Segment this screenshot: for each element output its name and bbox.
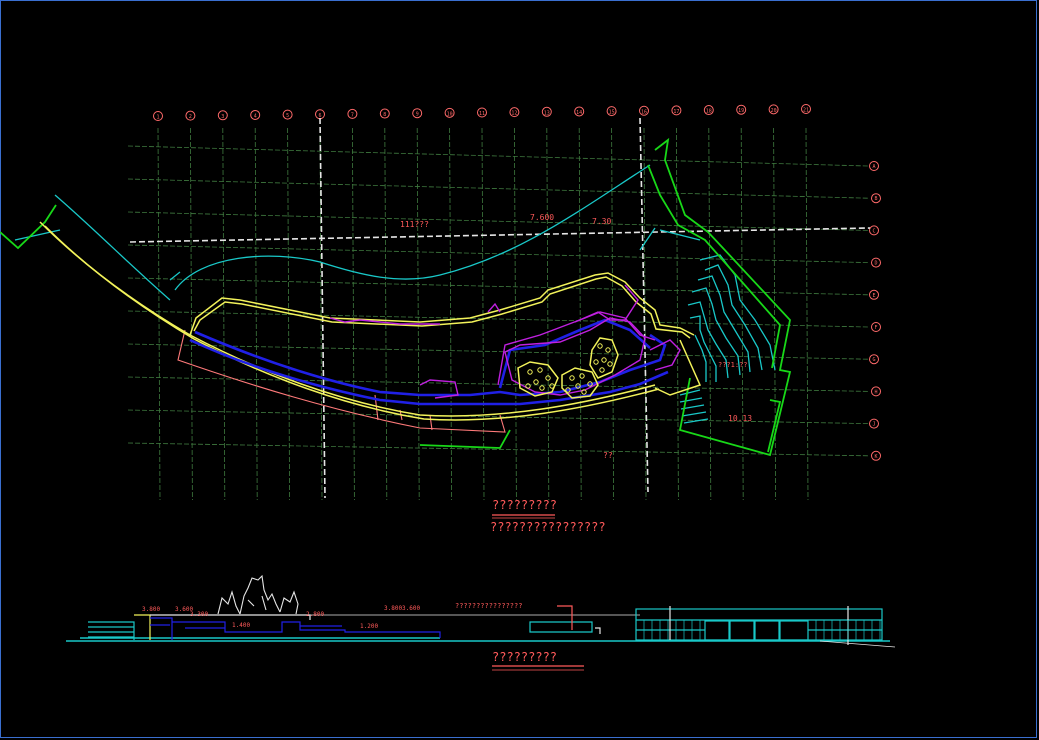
plan-elevation-2: 7.30	[592, 217, 611, 226]
grid-row-line	[127, 277, 869, 296]
level-label: 2.800	[306, 611, 324, 618]
grid-column-line	[708, 127, 712, 501]
grid-column-label: 6	[318, 113, 321, 119]
grid-row-label: D	[874, 261, 877, 267]
grid-column-line	[740, 127, 744, 501]
grid-column-line	[514, 127, 517, 501]
grid-row-label: K	[874, 454, 877, 460]
grid-column-label: 4	[254, 113, 257, 119]
grid-row-line	[127, 178, 869, 199]
section-long-note: ????????????????	[455, 602, 522, 610]
site-boundary	[0, 137, 792, 457]
grid-column-label: 8	[383, 112, 386, 118]
level-label: 3.800	[384, 605, 402, 612]
grid-column-line	[546, 127, 550, 501]
grid-row-line	[127, 310, 869, 328]
tree-dot	[593, 359, 599, 365]
grid-column-label: 11	[479, 111, 485, 117]
grid-column-label: 12	[511, 111, 517, 117]
level-label: 3.800	[142, 606, 160, 613]
grid-row-label: E	[872, 293, 875, 299]
tree-dots	[525, 343, 613, 395]
grid-column-label: 19	[738, 108, 744, 114]
plan-stair-note: ???1:??	[718, 361, 748, 369]
grid-column-label: 2	[189, 114, 192, 120]
grid-row-line	[127, 244, 869, 263]
axis-lines	[129, 117, 871, 499]
grid-column-line	[773, 127, 776, 501]
tree-dot	[533, 379, 539, 385]
section-title: ?????????	[492, 650, 557, 664]
grid-column-label: 20	[771, 108, 777, 114]
cad-drawing-canvas: 1 2 3 4 5 6 7 8 9 10 11 12 13 14 15 16 17 18 19 20 21ABCDEFG…	[0, 104, 896, 671]
grid-row-label: F	[874, 325, 877, 331]
grid-column-label: 10	[447, 111, 453, 117]
grid-column-line	[449, 127, 453, 501]
plan-subtitle: ????????????????	[490, 520, 606, 534]
grid-column-line	[157, 127, 161, 501]
grid-column-label: 9	[416, 112, 419, 118]
grid-column-line	[611, 127, 614, 501]
grid-column-label: 1	[156, 115, 159, 121]
grid-column-line	[222, 127, 226, 501]
grid-row-line	[127, 211, 869, 231]
grid-column-line	[578, 127, 582, 501]
grid-column-line	[416, 127, 420, 501]
tree-dot	[601, 357, 607, 363]
grid-row-label: B	[874, 196, 877, 202]
level-label: 1.200	[360, 623, 378, 630]
level-label: 1.400	[232, 622, 250, 629]
tree-dot	[597, 343, 603, 349]
grid-column-line	[351, 127, 355, 501]
grid-bubbles: 1 2 3 4 5 6 7 8 9 10 11 12 13 14 15 16 17 18 19 20 21ABCDEFG…	[153, 104, 881, 461]
grid-column-line	[676, 127, 679, 501]
tree-dot	[605, 347, 611, 353]
plan-elevation-3: 10.13	[728, 414, 752, 423]
grid-column-line	[643, 127, 647, 501]
grid-column-label: 13	[544, 110, 550, 116]
grid-column-label: 18	[706, 109, 712, 115]
plan-small-note: ??	[603, 451, 613, 460]
grid-lines	[127, 127, 869, 501]
grid-row-label: G	[872, 357, 875, 363]
tree-dot	[599, 367, 605, 373]
grid-row-label: H	[874, 389, 877, 395]
level-label: 3.600	[402, 605, 420, 612]
grid-column-line	[805, 127, 809, 501]
grid-column-label: 17	[673, 109, 679, 115]
grid-row-label: A	[872, 164, 875, 170]
grid-column-label: 16	[641, 109, 647, 115]
rock-sculpture	[217, 574, 299, 615]
tree-dot	[549, 383, 555, 389]
tree-dot	[537, 367, 543, 373]
grid-row-label: J	[872, 422, 875, 428]
grid-row-line	[127, 409, 869, 424]
tree-dot	[539, 385, 545, 391]
grid-column-line	[384, 127, 388, 501]
grid-column-label: 15	[609, 110, 615, 116]
tree-dot	[607, 361, 613, 367]
grid-column-label: 5	[286, 113, 289, 119]
tree-dot	[527, 369, 533, 375]
grid-row-line	[127, 145, 869, 167]
feature-outlines	[329, 284, 681, 399]
grid-column-label: 14	[576, 110, 582, 116]
grid-row-label: C	[872, 228, 875, 234]
plan-center-note: 111???	[400, 220, 429, 229]
plan-elevation-1: 7.600	[530, 213, 554, 222]
grid-column-label: 7	[351, 112, 354, 118]
grid-row-line	[127, 442, 869, 457]
grid-column-label: 3	[221, 114, 224, 120]
level-label: 3.300	[190, 611, 208, 618]
terrain-contours	[14, 164, 776, 424]
walkway-path	[189, 318, 669, 406]
plan-title: ?????????	[492, 498, 557, 512]
tree-dot	[569, 375, 575, 381]
grid-column-label: 21	[803, 108, 809, 114]
